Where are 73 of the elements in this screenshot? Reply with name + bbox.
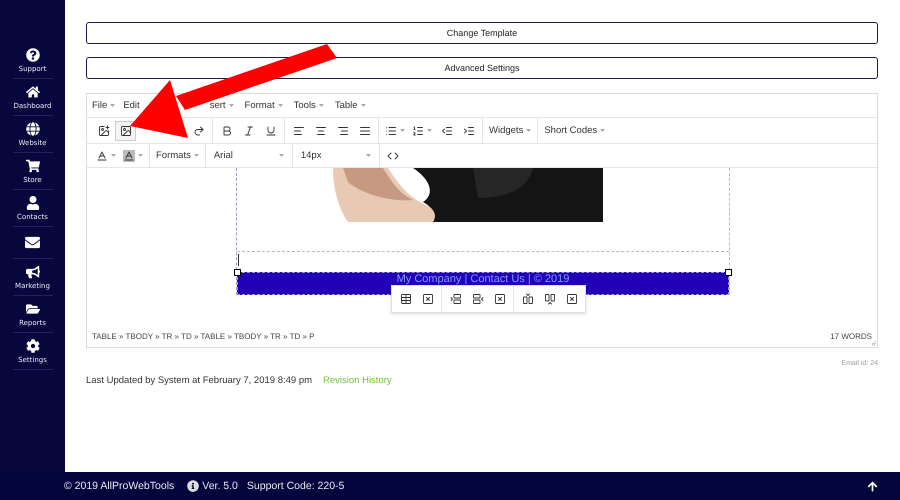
caret-icon [278,154,284,157]
menu-item[interactable]: Edit [123,100,140,111]
delete-icon [422,293,434,305]
insert-row-icon [450,293,462,305]
caret-icon [400,129,405,132]
wide-button[interactable]: Change Template [86,22,878,44]
image-icon [120,124,132,136]
insert-row-icon [472,293,484,305]
redo-icon [192,124,204,136]
outdent-icon [440,124,452,136]
justify-icon [358,124,370,136]
italic-icon [242,124,254,136]
caret-icon [194,154,199,157]
info-icon [187,480,200,492]
insert-column-icon [544,293,556,305]
resize-handle[interactable] [725,269,732,276]
insert-image-button[interactable] [115,120,136,140]
megaphone-icon [26,265,40,279]
gear-icon [26,339,40,353]
resize-handle[interactable] [234,269,241,276]
delete-icon [566,293,578,305]
folder-icon [26,302,40,316]
menu-item[interactable]: File [92,100,108,111]
underline-icon [264,124,276,136]
numbered-list-icon [412,124,424,136]
table-icon [400,293,412,305]
caret-icon [111,154,116,157]
indent-icon [462,124,474,136]
menu-item[interactable]: sert [210,100,226,111]
last-updated-text: Last Updated by System at February 7, 2019 8:49 pm [86,375,312,386]
resize-grip-icon[interactable] [870,340,876,346]
font-size-select[interactable]: 14px [296,146,376,166]
cart-icon [26,159,40,173]
caret-icon [427,129,432,132]
support-code: Support Code: 220-5 [246,480,344,492]
scroll-up-button[interactable] [867,480,878,492]
text-color-icon [96,150,108,162]
help-icon [26,48,40,62]
element-path: TABLE » TBODY » TR » TD » TABLE » TBODY » TR » TD » P [92,332,314,340]
wide-button[interactable]: Advanced Settings [86,57,878,79]
copyright-text: © 2019 AllProWebTools [64,480,174,492]
font-select[interactable]: Arial [208,146,289,166]
caret-icon [600,129,606,132]
menu-item[interactable]: Table [334,100,358,111]
align-right-icon [336,124,348,136]
align-left-icon [292,124,304,136]
caret-icon [526,129,532,132]
person-icon [26,196,40,210]
dropdown-button[interactable]: Short Codes [541,120,608,140]
insert-column-icon [522,293,534,305]
highlight-color-icon [123,150,135,162]
caret-icon [110,104,116,107]
formats-dropdown[interactable]: Formats [153,146,202,166]
caret-icon [318,104,324,107]
dropdown-button[interactable]: Widgets [486,120,534,140]
envelope-icon [25,235,40,250]
footer-text: My Company | Contact Us | © 2019 [396,273,570,285]
bold-icon [220,124,232,136]
caret-icon [278,104,283,107]
text-cursor [238,254,239,266]
house-icon [26,85,40,99]
caret-icon [228,104,234,107]
align-center-icon [314,124,326,136]
version-text: Ver. 5.0 [202,480,238,492]
caret-icon [366,154,371,157]
code-icon [387,150,400,162]
menu-item[interactable]: Tools [294,100,316,111]
caret-icon [138,154,143,157]
delete-icon [494,293,506,305]
word-count: 17 WORDS [830,332,872,340]
menu-item[interactable]: Format [244,100,275,111]
caret-icon [360,104,366,107]
globe-icon [26,122,40,136]
